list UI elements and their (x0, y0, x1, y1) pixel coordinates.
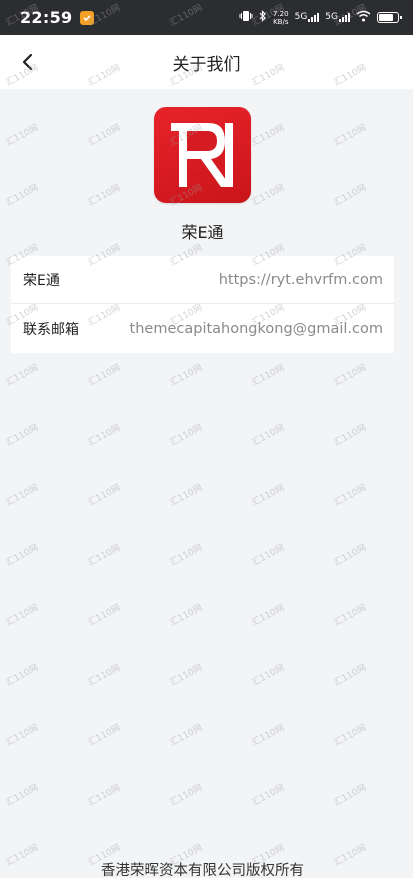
watermark-mark: 汇110网 (4, 663, 41, 689)
watermark-mark: 汇110网 (168, 663, 205, 689)
info-row-email[interactable]: 联系邮箱 themecapitahongkong@gmail.com (11, 304, 394, 353)
watermark-mark: 汇110网 (168, 543, 205, 569)
watermark-mark: 汇110网 (250, 423, 287, 449)
nav-bar: 关于我们 (0, 35, 413, 89)
watermark-mark: 汇110网 (332, 663, 369, 689)
watermark-mark: 汇110网 (4, 483, 41, 509)
status-time: 22:59 (20, 8, 73, 27)
watermark-mark: 汇110网 (168, 363, 205, 389)
app-name: 荣E通 (181, 223, 224, 242)
watermark-mark: 汇110网 (4, 423, 41, 449)
sim1-label: 5G (294, 12, 308, 22)
watermark-mark: 汇110网 (168, 483, 205, 509)
rh-logo-icon (170, 123, 233, 187)
watermark-mark: 汇110网 (168, 783, 205, 809)
watermark-mark: 汇110网 (4, 363, 41, 389)
watermark-mark: 汇110网 (250, 363, 287, 389)
signal-icon: 5G (295, 13, 320, 22)
watermark-mark: 汇110网 (86, 603, 123, 629)
watermark-mark: 汇110网 (332, 183, 369, 209)
watermark-mark: 汇110网 (4, 603, 41, 629)
watermark-mark: 汇110网 (168, 423, 205, 449)
watermark-mark: 汇110网 (168, 723, 205, 749)
watermark-mark: 汇110网 (86, 783, 123, 809)
watermark-mark: 汇110网 (4, 783, 41, 809)
app-logo (154, 107, 251, 203)
page-title: 关于我们 (172, 54, 241, 75)
watermark-mark: 汇110网 (250, 723, 287, 749)
notification-app-icon (80, 10, 95, 25)
watermark-mark: 汇110网 (168, 603, 205, 629)
watermark-mark: 汇110网 (86, 543, 123, 569)
watermark-mark: 汇110网 (332, 723, 369, 749)
chevron-left-icon (22, 53, 33, 71)
back-button[interactable] (12, 47, 42, 77)
watermark-mark: 汇110网 (86, 123, 123, 149)
watermark-mark: 汇110网 (86, 483, 123, 509)
watermark-mark: 汇110网 (4, 543, 41, 569)
watermark-mark: 汇110网 (250, 483, 287, 509)
website-value[interactable]: https://ryt.ehvrfm.com (219, 272, 383, 288)
net-speed: 7.20 KB/s (273, 10, 289, 26)
watermark-mark: 汇110网 (332, 423, 369, 449)
watermark-mark: 汇110网 (86, 183, 123, 209)
email-value[interactable]: themecapitahongkong@gmail.com (130, 321, 383, 337)
watermark-mark: 汇110网 (250, 783, 287, 809)
info-card: 荣E通 https://ryt.ehvrfm.com 联系邮箱 themecap… (11, 256, 394, 353)
email-label: 联系邮箱 (23, 321, 79, 338)
watermark-mark: 汇110网 (4, 123, 41, 149)
watermark-mark: 汇110网 (250, 183, 287, 209)
watermark-mark: 汇110网 (250, 543, 287, 569)
sim2-label: 5G (325, 12, 338, 22)
signal-icon-2: 5G (325, 13, 350, 22)
bluetooth-icon (259, 10, 267, 25)
net-speed-unit: KB/s (273, 17, 289, 26)
battery-icon (377, 12, 402, 23)
watermark-mark: 汇110网 (332, 603, 369, 629)
wifi-icon (356, 10, 371, 25)
vibrate-icon (239, 10, 253, 25)
net-speed-value: 7.20 (273, 9, 289, 18)
status-bar: 22:59 7.20 KB/s 5G 5G (0, 0, 413, 35)
watermark-mark: 汇110网 (250, 603, 287, 629)
copyright-text: 香港荣晖资本有限公司版权所有 (101, 863, 304, 878)
watermark-mark: 汇110网 (250, 663, 287, 689)
watermark-mark: 汇110网 (4, 723, 41, 749)
watermark-mark: 汇110网 (332, 543, 369, 569)
watermark-mark: 汇110网 (332, 123, 369, 149)
watermark-mark: 汇110网 (332, 363, 369, 389)
watermark-mark: 汇110网 (250, 123, 287, 149)
watermark-mark: 汇110网 (86, 423, 123, 449)
watermark-mark: 汇110网 (86, 363, 123, 389)
watermark-mark: 汇110网 (86, 723, 123, 749)
info-row-website[interactable]: 荣E通 https://ryt.ehvrfm.com (11, 256, 394, 304)
watermark-mark: 汇110网 (332, 483, 369, 509)
website-label: 荣E通 (23, 272, 60, 289)
status-icons: 7.20 KB/s 5G 5G (239, 10, 402, 26)
watermark-mark: 汇110网 (4, 183, 41, 209)
watermark-mark: 汇110网 (86, 663, 123, 689)
watermark-mark: 汇110网 (332, 783, 369, 809)
